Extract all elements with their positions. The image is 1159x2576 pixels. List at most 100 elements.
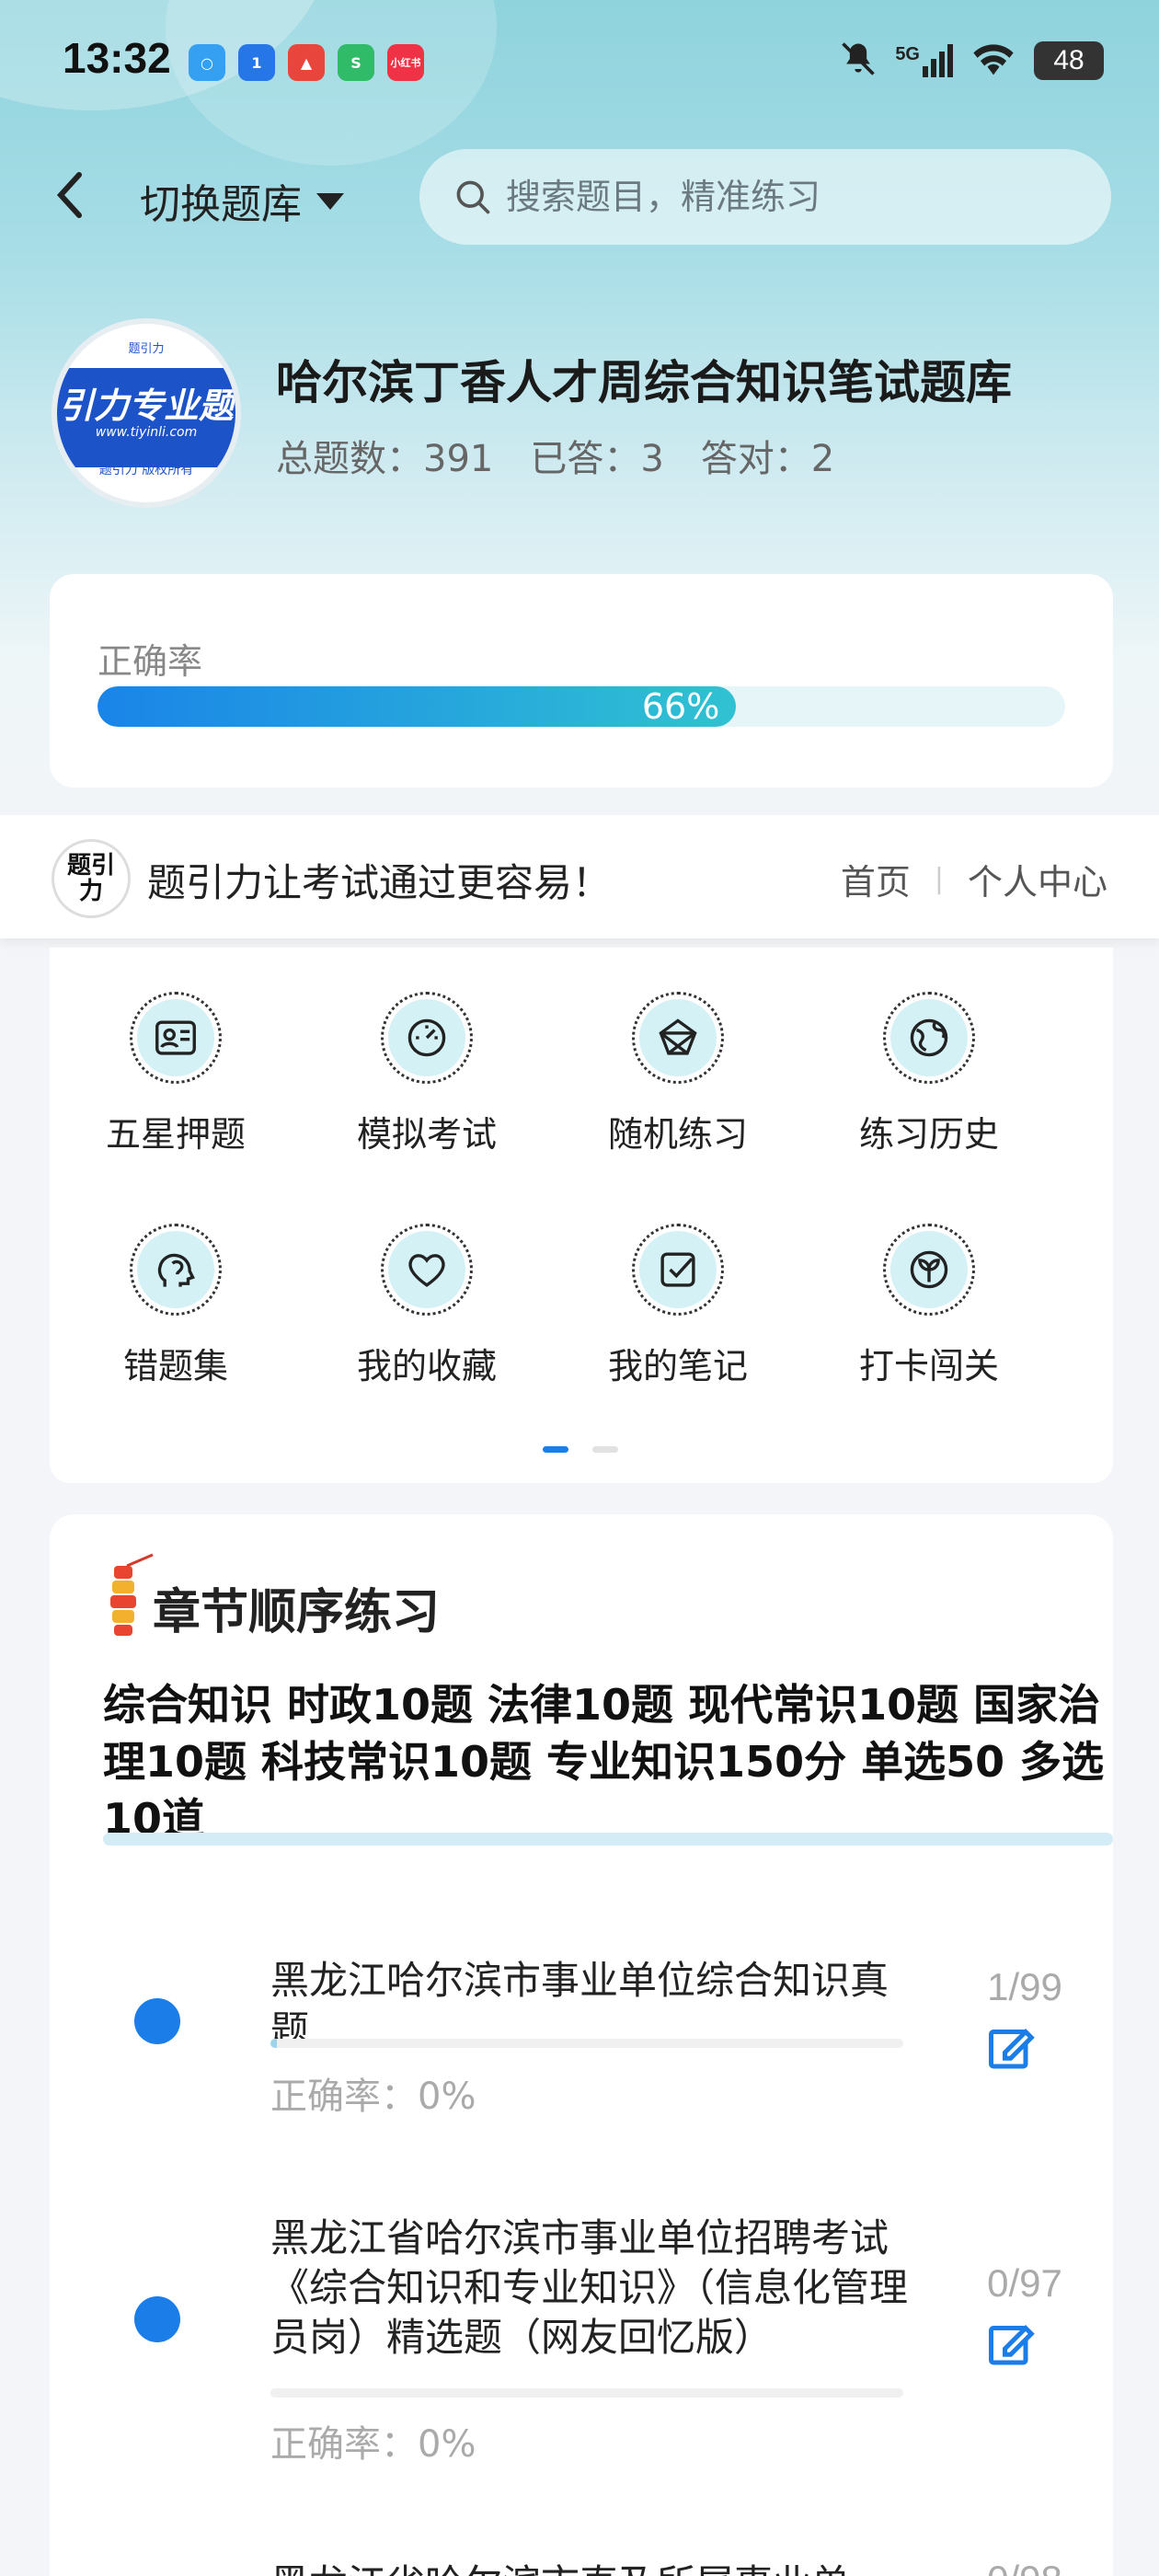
edit-icon[interactable] xyxy=(984,2317,1039,2372)
accuracy-progress-fill: 66% xyxy=(98,686,737,727)
grid-item-checkbox[interactable]: 我的笔记 xyxy=(558,1224,798,1388)
search-bar[interactable] xyxy=(419,149,1111,245)
speedometer-icon xyxy=(388,999,465,1076)
status-bar: 13:32 ○ 1 ▲ S 小红书 5G 48 xyxy=(0,0,1159,120)
grid-item-label: 打卡闯关 xyxy=(858,1346,999,1386)
grid-item-head[interactable]: 错题集 xyxy=(56,1224,295,1388)
accuracy-progress-bar: 66% xyxy=(98,686,1065,727)
head-icon xyxy=(137,1231,214,1308)
mute-icon xyxy=(838,39,878,83)
bank-logo: 题引力 引力专业题 www.tiyinli.com 题引力 版权所有 xyxy=(52,318,241,508)
logo-url: www.tiyinli.com xyxy=(95,425,198,440)
grid-item-label: 我的笔记 xyxy=(607,1346,748,1386)
icon-ring xyxy=(883,1224,975,1316)
brand-slogan: 题引力让考试通过更容易！ xyxy=(147,860,612,905)
system-icons: 5G 48 xyxy=(838,39,1104,83)
green-app-icon: S xyxy=(338,44,374,81)
description-underline xyxy=(103,1833,1113,1846)
grid-item-label: 模拟考试 xyxy=(356,1114,497,1155)
acrobat-app-icon: ▲ xyxy=(288,44,325,81)
chapter-item-title: 黑龙江省哈尔滨市直及所属事业单 xyxy=(270,2559,914,2576)
network-icon xyxy=(639,999,717,1076)
icon-ring xyxy=(130,1224,222,1316)
plant-icon xyxy=(890,1231,968,1308)
accuracy-percent: 66% xyxy=(641,686,720,727)
globe-icon xyxy=(890,999,968,1076)
grid-item-label: 五星押题 xyxy=(105,1114,246,1155)
icon-ring xyxy=(381,992,473,1084)
grid-item-label: 错题集 xyxy=(122,1346,228,1386)
grid-item-id-card[interactable]: 五星押题 xyxy=(56,992,295,1156)
brand-banner: 题引力 题引力让考试通过更容易！ 首页 | 个人中心 xyxy=(0,815,1159,938)
icon-ring xyxy=(632,992,724,1084)
signal-icon: 5G xyxy=(895,44,953,77)
chapter-bullet xyxy=(134,1998,180,2044)
switch-bank-dropdown[interactable]: 切换题库 xyxy=(140,171,346,230)
status-time: 13:32 xyxy=(63,34,171,82)
icon-ring xyxy=(130,992,222,1084)
bank-title: 哈尔滨丁香人才周综合知识笔试题库 xyxy=(276,356,1012,409)
grid-item-label: 随机练习 xyxy=(607,1114,748,1155)
accuracy-card: 正确率 66% xyxy=(50,574,1113,788)
grid-item-globe[interactable]: 练习历史 xyxy=(809,992,1049,1156)
link-divider: | xyxy=(934,863,944,895)
network-type: 5G xyxy=(895,44,920,64)
chapter-description: 综合知识 时政10题 法律10题 现代常识10题 国家治理10题 科技常识10题… xyxy=(103,1680,1105,1844)
firecracker-icon xyxy=(110,1553,154,1636)
chapter-bullet xyxy=(134,2296,180,2342)
chapter-item-count: 1/99 xyxy=(987,1965,1062,2008)
home-link[interactable]: 首页 xyxy=(841,854,911,904)
id-card-icon xyxy=(137,999,214,1076)
icon-ring xyxy=(883,992,975,1084)
grid-item-plant[interactable]: 打卡闯关 xyxy=(809,1224,1049,1388)
chapter-item-accuracy: 正确率：0% xyxy=(270,2423,476,2466)
profile-link[interactable]: 个人中心 xyxy=(968,854,1107,904)
checkbox-icon xyxy=(639,1231,717,1308)
chapter-practice-card: 章节顺序练习 综合知识 时政10题 法律10题 现代常识10题 国家治理10题 … xyxy=(50,1514,1113,2576)
banner-links: 首页 | 个人中心 xyxy=(841,854,1107,904)
chapter-title: 章节顺序练习 xyxy=(153,1585,441,1640)
chapter-progress-bar xyxy=(270,2039,903,2048)
grid-item-network[interactable]: 随机练习 xyxy=(558,992,798,1156)
wifi-icon xyxy=(970,39,1017,83)
search-input[interactable] xyxy=(506,177,1058,217)
chapter-item-accuracy: 正确率：0% xyxy=(270,2076,476,2118)
chapter-item-count: 0/98 xyxy=(960,2558,1089,2576)
logo-copyright: 题引力 版权所有 xyxy=(98,463,194,477)
page-dot[interactable] xyxy=(592,1446,618,1453)
chapter-progress-bar xyxy=(270,2388,903,2398)
grid-item-speedometer[interactable]: 模拟考试 xyxy=(307,992,546,1156)
grid-item-heart[interactable]: 我的收藏 xyxy=(307,1224,546,1388)
back-button[interactable] xyxy=(52,169,88,221)
grid-item-label: 练习历史 xyxy=(858,1114,999,1155)
logo-main-text: 引力专业题 xyxy=(58,385,234,426)
grid-item-label: 我的收藏 xyxy=(356,1346,497,1386)
chapter-item-count: 0/97 xyxy=(987,2261,1062,2305)
icon-ring xyxy=(381,1224,473,1316)
total-count: 总题数：391 xyxy=(276,438,494,480)
bank-stats: 总题数：391 已答：3 答对：2 xyxy=(276,429,834,482)
switch-bank-label: 切换题库 xyxy=(140,181,302,228)
message-app-icon: ○ xyxy=(189,44,225,81)
page-indicator xyxy=(543,1446,618,1453)
battery-indicator: 48 xyxy=(1034,41,1104,80)
correct-count: 答对：2 xyxy=(700,438,835,480)
icon-ring xyxy=(632,1224,724,1316)
brand-logo: 题引力 xyxy=(52,839,131,918)
answered-count: 已答：3 xyxy=(530,438,664,480)
accuracy-label: 正确率 xyxy=(98,641,203,682)
chevron-left-icon xyxy=(56,172,82,218)
chapter-progress-fill xyxy=(270,2039,277,2048)
page-dot-active[interactable] xyxy=(543,1446,568,1453)
broadcast-app-icon: 1 xyxy=(238,44,275,81)
xiaohongshu-app-icon: 小红书 xyxy=(387,44,424,81)
brand-logo-text: 题引力 xyxy=(66,852,115,905)
function-grid: 五星押题 模拟考试 随机练习 练习历史错题集 我的收藏 我的笔记 打卡闯关 xyxy=(50,948,1113,1483)
search-icon xyxy=(456,180,490,214)
chapter-item-title: 黑龙江省哈尔滨市事业单位招聘考试《综合知识和专业知识》（信息化管理员岗）精选题（… xyxy=(270,2215,909,2360)
heart-icon xyxy=(388,1231,465,1308)
logo-top-text: 题引力 xyxy=(128,342,165,356)
status-app-icons: ○ 1 ▲ S 小红书 xyxy=(189,44,424,81)
edit-icon[interactable] xyxy=(984,2020,1039,2076)
caret-down-icon xyxy=(316,193,344,210)
